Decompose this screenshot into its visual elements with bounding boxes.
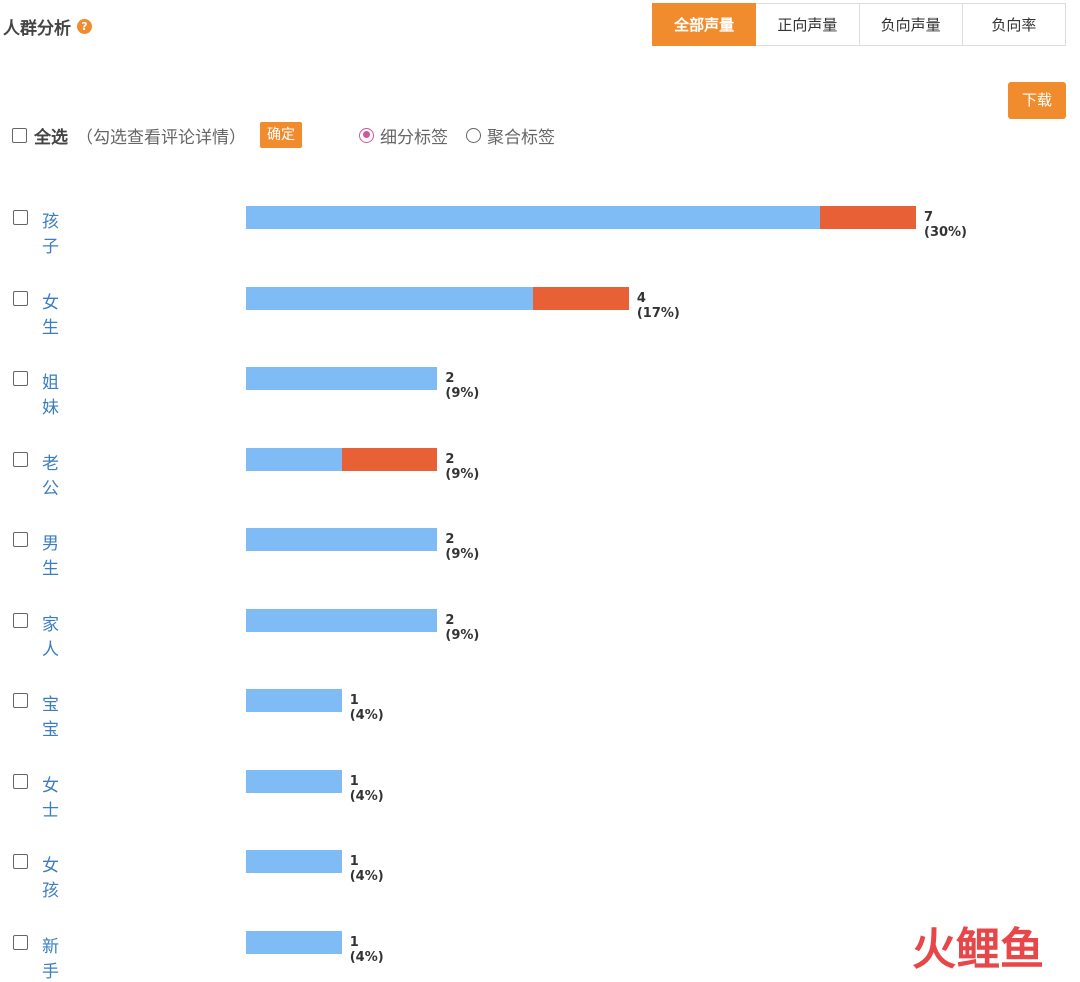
help-icon[interactable]: ?: [77, 19, 92, 34]
category-label[interactable]: 孩子: [42, 207, 59, 257]
section-header: 人群分析 ?: [3, 14, 92, 39]
download-button[interactable]: 下载: [1008, 82, 1066, 119]
category-label[interactable]: 新手: [42, 932, 59, 982]
row-checkbox[interactable]: [13, 854, 28, 869]
value-label: 1 (4%): [349, 774, 384, 804]
value-label: 2 (9%): [445, 613, 480, 643]
bar-segment-positive[interactable]: [246, 448, 342, 471]
value-label: 2 (9%): [445, 371, 480, 401]
tab-positive-volume[interactable]: 正向声量: [756, 3, 860, 46]
bar-segment-positive[interactable]: [246, 850, 342, 873]
category-label[interactable]: 老公: [42, 449, 59, 499]
radio-aggregated-label[interactable]: 聚合标签: [487, 123, 555, 148]
watermark-char: 火: [912, 924, 956, 975]
bar-segment-negative[interactable]: [533, 287, 629, 310]
category-label[interactable]: 宝宝: [42, 690, 59, 740]
category-label[interactable]: 女生: [42, 288, 59, 338]
tab-negative-volume[interactable]: 负向声量: [859, 3, 963, 46]
row-checkbox[interactable]: [13, 210, 28, 225]
bar-segment-positive[interactable]: [246, 931, 342, 954]
bar-segment-positive[interactable]: [246, 770, 342, 793]
radio-aggregated-tags[interactable]: [466, 127, 481, 143]
row-checkbox[interactable]: [13, 774, 28, 789]
bar-segment-positive[interactable]: [246, 609, 438, 632]
bar-segment-positive[interactable]: [246, 689, 342, 712]
value-label: 7 (30%): [924, 210, 967, 240]
tab-negative-rate[interactable]: 负向率: [962, 3, 1066, 46]
select-hint: （勾选查看评论详情）: [76, 127, 246, 148]
category-label[interactable]: 男生: [42, 529, 59, 579]
category-label[interactable]: 家人: [42, 610, 59, 660]
bar-segment-positive[interactable]: [246, 206, 821, 229]
category-label[interactable]: 姐妹: [42, 368, 59, 418]
watermark-char: 鲤: [956, 924, 1000, 975]
category-label[interactable]: 女士: [42, 771, 59, 821]
value-label: 2 (9%): [445, 532, 480, 562]
value-label: 4 (17%): [636, 291, 680, 321]
bar-segment-negative[interactable]: [820, 206, 916, 229]
page-title: 人群分析: [3, 19, 71, 39]
bar-segment-negative[interactable]: [341, 448, 438, 471]
bar-segment-positive[interactable]: [246, 287, 534, 310]
row-checkbox[interactable]: [13, 291, 28, 306]
radio-detailed-tags[interactable]: [359, 127, 374, 143]
tab-all-volume[interactable]: 全部声量: [652, 3, 757, 46]
value-label: 1 (4%): [349, 935, 384, 965]
row-checkbox[interactable]: [13, 935, 28, 950]
confirm-button[interactable]: 确定: [260, 122, 302, 148]
metric-tabs: 全部声量 正向声量 负向声量 负向率: [652, 3, 1066, 46]
value-label: 1 (4%): [349, 854, 384, 884]
watermark-char: 鱼: [1000, 924, 1044, 975]
row-checkbox[interactable]: [13, 613, 28, 628]
bar-segment-positive[interactable]: [246, 367, 438, 390]
row-checkbox[interactable]: [13, 371, 28, 386]
row-checkbox[interactable]: [13, 532, 28, 547]
radio-detailed-label[interactable]: 细分标签: [380, 123, 448, 148]
watermark-logo: 火 鲤 鱼: [912, 928, 1044, 972]
value-label: 1 (4%): [349, 693, 384, 723]
row-checkbox[interactable]: [13, 452, 28, 467]
select-all-label[interactable]: 全选: [34, 123, 68, 148]
category-label[interactable]: 女孩: [42, 851, 59, 901]
row-checkbox[interactable]: [13, 693, 28, 708]
bar-segment-positive[interactable]: [246, 528, 438, 551]
toolbar: 全选 （勾选查看评论详情） 确定 细分标签 聚合标签: [12, 120, 555, 150]
select-all-checkbox[interactable]: [12, 127, 27, 143]
value-label: 2 (9%): [445, 452, 480, 482]
